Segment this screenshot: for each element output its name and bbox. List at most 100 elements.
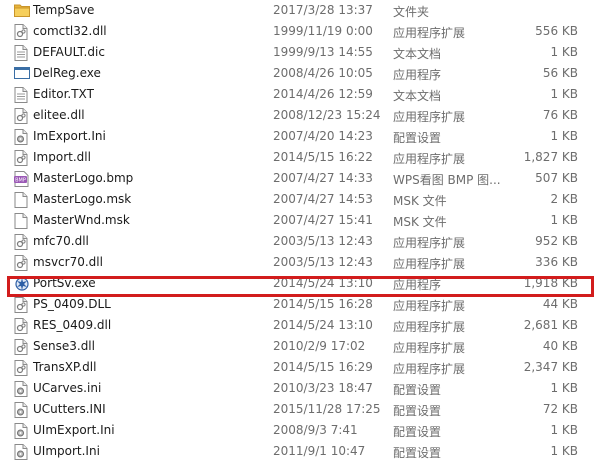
file-row[interactable]: elitee.dll 2008/12/23 15:24 应用程序扩展 76 KB bbox=[0, 105, 607, 126]
file-date-modified: 2017/3/28 13:37 bbox=[273, 3, 373, 17]
file-row[interactable]: DelReg.exe 2008/4/26 10:05 应用程序 56 KB bbox=[0, 63, 607, 84]
ini-icon bbox=[14, 381, 28, 397]
file-row[interactable]: PS_0409.DLL 2014/5/15 16:28 应用程序扩展 44 KB bbox=[0, 294, 607, 315]
file-date-modified: 2008/4/26 10:05 bbox=[273, 66, 373, 80]
file-row[interactable]: UImport.Ini 2011/9/1 10:47 配置设置 1 KB bbox=[0, 441, 607, 462]
folder-icon bbox=[14, 3, 30, 19]
file-name: elitee.dll bbox=[33, 108, 85, 122]
file-date-modified: 2014/5/24 13:10 bbox=[273, 318, 373, 332]
file-row[interactable]: DEFAULT.dic 1999/9/13 14:55 文本文档 1 KB bbox=[0, 42, 607, 63]
file-date-modified: 2011/9/1 10:47 bbox=[273, 444, 366, 458]
file-type: 应用程序扩展 bbox=[393, 341, 466, 355]
file-row[interactable]: ImExport.Ini 2007/4/20 14:23 配置设置 1 KB bbox=[0, 126, 607, 147]
file-type: 应用程序扩展 bbox=[393, 257, 466, 271]
file-row[interactable]: RES_0409.dll 2014/5/24 13:10 应用程序扩展 2,681 K… bbox=[0, 315, 607, 336]
file-type: 文本文档 bbox=[393, 47, 442, 61]
file-date-modified: 2014/5/15 16:28 bbox=[273, 297, 373, 311]
dll-icon bbox=[14, 255, 28, 271]
file-row[interactable]: Import.dll 2014/5/15 16:22 应用程序扩展 1,827 KB bbox=[0, 147, 607, 168]
file-date-modified: 2015/11/28 17:25 bbox=[273, 402, 381, 416]
file-date-modified: 2007/4/27 15:41 bbox=[273, 213, 373, 227]
dll-icon bbox=[14, 297, 28, 313]
file-row[interactable]: msvcr70.dll 2003/5/13 12:43 应用程序扩展 336 KB bbox=[0, 252, 607, 273]
file-type: 应用程序扩展 bbox=[393, 26, 466, 40]
file-row[interactable]: mfc70.dll 2003/5/13 12:43 应用程序扩展 952 KB bbox=[0, 231, 607, 252]
file-type: 应用程序扩展 bbox=[393, 110, 466, 124]
file-type: 文件夹 bbox=[393, 5, 430, 19]
file-name: UCarves.ini bbox=[33, 381, 102, 395]
file-date-modified: 1999/11/19 0:00 bbox=[273, 24, 373, 38]
text-file-icon bbox=[14, 87, 28, 103]
file-row[interactable]: TransXP.dll 2014/5/15 16:29 应用程序扩展 2,347 KB bbox=[0, 357, 607, 378]
file-name: UImExport.Ini bbox=[33, 423, 115, 437]
exe-window-icon bbox=[14, 66, 30, 82]
file-type: MSK 文件 bbox=[393, 215, 447, 229]
file-row[interactable]: Editor.TXT 2014/4/26 12:59 文本文档 1 KB bbox=[0, 84, 607, 105]
file-size: 1,827 KB bbox=[523, 150, 578, 164]
file-size: 556 KB bbox=[535, 24, 578, 38]
ini-icon bbox=[14, 402, 28, 418]
file-type: 配置设置 bbox=[393, 383, 442, 397]
file-name: DEFAULT.dic bbox=[33, 45, 105, 59]
file-size: 56 KB bbox=[542, 66, 578, 80]
file-name: Import.dll bbox=[33, 150, 91, 164]
file-row[interactable]: TempSave 2017/3/28 13:37 文件夹 bbox=[0, 0, 607, 21]
file-date-modified: 2014/4/26 12:59 bbox=[273, 87, 373, 101]
file-name: Sense3.dll bbox=[33, 339, 95, 353]
text-file-icon bbox=[14, 45, 28, 61]
blank-file-icon bbox=[14, 213, 28, 229]
file-date-modified: 1999/9/13 14:55 bbox=[273, 45, 373, 59]
file-row[interactable]: UCutters.INI 2015/11/28 17:25 配置设置 72 KB bbox=[0, 399, 607, 420]
file-list: TempSave 2017/3/28 13:37 文件夹 comctl32.dll 19… bbox=[0, 0, 607, 462]
file-name: TransXP.dll bbox=[33, 360, 97, 374]
file-name: TempSave bbox=[33, 3, 95, 17]
dll-icon bbox=[14, 24, 28, 40]
file-date-modified: 2014/5/24 13:10 bbox=[273, 276, 373, 290]
file-size: 1 KB bbox=[550, 45, 578, 59]
file-date-modified: 2010/2/9 17:02 bbox=[273, 339, 366, 353]
file-type: 应用程序扩展 bbox=[393, 299, 466, 313]
file-date-modified: 2003/5/13 12:43 bbox=[273, 255, 373, 269]
file-date-modified: 2003/5/13 12:43 bbox=[273, 234, 373, 248]
file-size: 1 KB bbox=[550, 213, 578, 227]
file-size: 1,918 KB bbox=[523, 276, 578, 290]
file-name: PortSv.exe bbox=[33, 276, 96, 290]
file-row[interactable]: UCarves.ini 2010/3/23 18:47 配置设置 1 KB bbox=[0, 378, 607, 399]
file-size: 507 KB bbox=[535, 171, 578, 185]
file-size: 76 KB bbox=[542, 108, 578, 122]
file-type: 文本文档 bbox=[393, 89, 442, 103]
file-date-modified: 2014/5/15 16:29 bbox=[273, 360, 373, 374]
file-row[interactable]: MasterWnd.msk 2007/4/27 15:41 MSK 文件 1 KB bbox=[0, 210, 607, 231]
file-row[interactable]: UImExport.Ini 2008/9/3 7:41 配置设置 1 KB bbox=[0, 420, 607, 441]
file-size: 2 KB bbox=[550, 192, 578, 206]
file-row[interactable]: BMP MasterLogo.bmp 2007/4/27 14:33 WPS看图 BM… bbox=[0, 168, 607, 189]
file-name: UCutters.INI bbox=[33, 402, 106, 416]
file-name: mfc70.dll bbox=[33, 234, 89, 248]
file-row[interactable]: MasterLogo.msk 2007/4/27 14:53 MSK 文件 2 KB bbox=[0, 189, 607, 210]
file-row[interactable]: comctl32.dll 1999/11/19 0:00 应用程序扩展 556 KB bbox=[0, 21, 607, 42]
file-row[interactable]: PortSv.exe 2014/5/24 13:10 应用程序 1,918 KB bbox=[0, 273, 607, 294]
file-name: PS_0409.DLL bbox=[33, 297, 111, 311]
file-row[interactable]: Sense3.dll 2010/2/9 17:02 应用程序扩展 40 KB bbox=[0, 336, 607, 357]
file-size: 44 KB bbox=[542, 297, 578, 311]
file-date-modified: 2010/3/23 18:47 bbox=[273, 381, 373, 395]
file-type: 配置设置 bbox=[393, 425, 442, 439]
file-name: RES_0409.dll bbox=[33, 318, 112, 332]
bmp-icon: BMP bbox=[14, 171, 29, 187]
ini-icon bbox=[14, 129, 28, 145]
file-date-modified: 2008/12/23 15:24 bbox=[273, 108, 381, 122]
dll-icon bbox=[14, 150, 28, 166]
file-name: ImExport.Ini bbox=[33, 129, 106, 143]
file-size: 40 KB bbox=[542, 339, 578, 353]
blank-file-icon bbox=[14, 192, 28, 208]
dll-icon bbox=[14, 339, 28, 355]
file-size: 2,681 KB bbox=[523, 318, 578, 332]
file-size: 1 KB bbox=[550, 381, 578, 395]
file-type: 应用程序扩展 bbox=[393, 320, 466, 334]
file-type: 应用程序 bbox=[393, 278, 442, 292]
file-size: 336 KB bbox=[535, 255, 578, 269]
file-name: DelReg.exe bbox=[33, 66, 101, 80]
file-type: 配置设置 bbox=[393, 131, 442, 145]
file-name: MasterLogo.msk bbox=[33, 192, 132, 206]
file-type: 应用程序扩展 bbox=[393, 362, 466, 376]
